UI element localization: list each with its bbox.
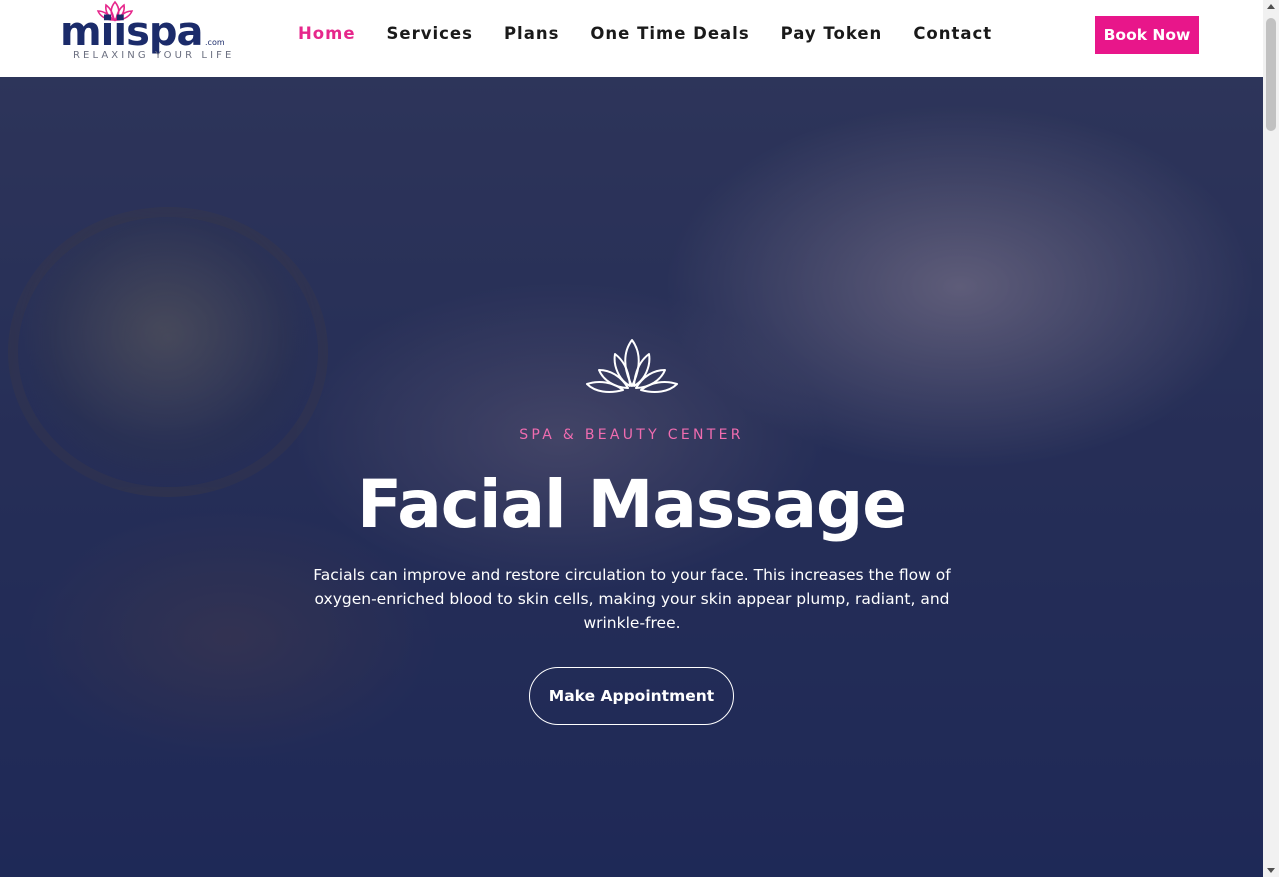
hero-description: Facials can improve and restore circulat… bbox=[313, 566, 951, 632]
make-appointment-button[interactable]: Make Appointment bbox=[529, 667, 734, 725]
hero-title: Facial Massage bbox=[357, 466, 907, 543]
lotus-icon bbox=[586, 339, 678, 393]
site-logo[interactable]: miispa .com RELAXING YOUR LIFE bbox=[60, 0, 236, 70]
book-now-button[interactable]: Book Now bbox=[1095, 16, 1199, 54]
nav-plans[interactable]: Plans bbox=[504, 22, 559, 46]
nav-one-time-deals[interactable]: One Time Deals bbox=[590, 22, 749, 46]
main-nav: Home Services Plans One Time Deals Pay T… bbox=[298, 22, 992, 46]
hero-eyebrow: SPA & BEAUTY CENTER bbox=[519, 427, 744, 443]
page-scrollbar[interactable] bbox=[1263, 0, 1279, 877]
nav-home[interactable]: Home bbox=[298, 22, 356, 46]
scroll-thumb[interactable] bbox=[1266, 18, 1276, 131]
site-header: miispa .com RELAXING YOUR LIFE Home Serv… bbox=[0, 0, 1263, 77]
logo-tagline: RELAXING YOUR LIFE bbox=[73, 50, 235, 61]
scroll-up-icon[interactable] bbox=[1267, 4, 1275, 9]
nav-contact[interactable]: Contact bbox=[913, 22, 992, 46]
nav-pay-token[interactable]: Pay Token bbox=[781, 22, 883, 46]
nav-services[interactable]: Services bbox=[387, 22, 473, 46]
scroll-down-icon[interactable] bbox=[1267, 868, 1275, 873]
logo-domain: .com bbox=[205, 38, 225, 47]
logo-wordmark: miispa bbox=[60, 9, 204, 55]
